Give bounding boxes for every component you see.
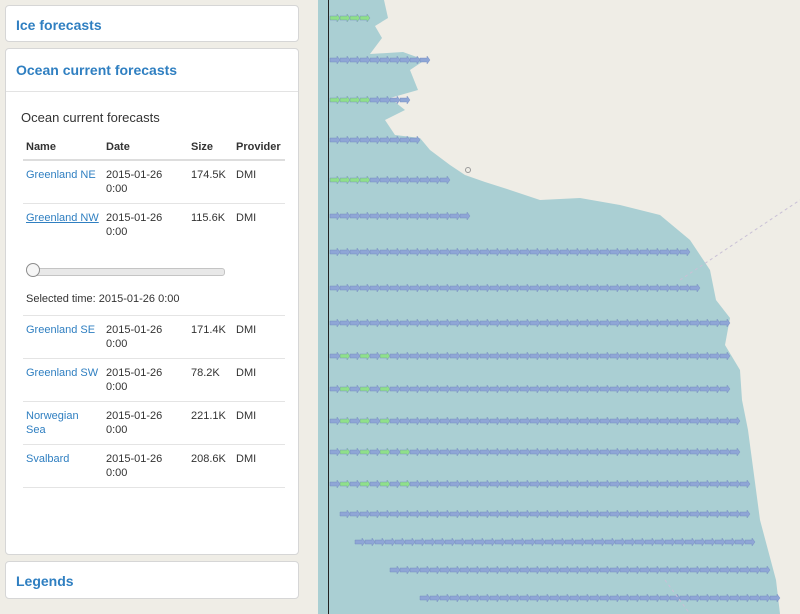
ice-forecasts-panel: Ice forecasts xyxy=(5,5,299,42)
table-row: Greenland NE 2015-01-26 0:00 174.5K DMI xyxy=(23,160,285,204)
col-date-header: Date xyxy=(103,137,188,161)
row-size: 208.6K xyxy=(188,444,233,488)
row-size: 221.1K xyxy=(188,401,233,445)
row-provider: DMI xyxy=(233,160,285,204)
row-date: 2015-01-26 0:00 xyxy=(103,401,188,445)
row-date: 2015-01-26 0:00 xyxy=(103,444,188,488)
row-provider: DMI xyxy=(233,315,285,359)
row-provider: DMI xyxy=(233,444,285,488)
map-divider xyxy=(328,0,329,614)
col-size-header: Size xyxy=(188,137,233,161)
selected-time-label: Selected time: 2015-01-26 0:00 xyxy=(26,293,180,305)
table-row: Norwegian Sea 2015-01-26 0:00 221.1K DMI xyxy=(23,401,285,445)
time-slider-handle[interactable] xyxy=(26,263,40,277)
ocean-current-panel: Ocean current forecasts Ocean current fo… xyxy=(5,48,299,555)
col-provider-header: Provider xyxy=(233,137,285,161)
legends-header[interactable]: Legends xyxy=(6,562,298,600)
forecast-table: Name Date Size Provider Greenland NE 201… xyxy=(23,137,285,488)
row-date: 2015-01-26 0:00 xyxy=(103,358,188,402)
row-date: 2015-01-26 0:00 xyxy=(103,315,188,359)
ocean-current-body: Ocean current forecasts Name Date Size P… xyxy=(6,91,298,554)
ice-forecasts-header[interactable]: Ice forecasts xyxy=(6,6,298,44)
forecast-table-title: Ocean current forecasts xyxy=(21,110,160,125)
row-size: 115.6K xyxy=(191,212,226,224)
table-row-selected: Greenland NW 2015-01-26 0:00 115.6K DMI xyxy=(23,204,285,247)
row-date: 2015-01-26 0:00 xyxy=(106,212,163,238)
col-name-header: Name xyxy=(23,137,103,161)
ocean-current-header[interactable]: Ocean current forecasts xyxy=(6,49,298,91)
row-provider: DMI xyxy=(236,212,257,224)
time-slider-row: Selected time: 2015-01-26 0:00 xyxy=(23,246,285,316)
row-name-link[interactable]: Greenland SW xyxy=(23,358,103,402)
table-row: Greenland SW 2015-01-26 0:00 78.2K DMI xyxy=(23,358,285,402)
row-size: 78.2K xyxy=(188,358,233,402)
row-date: 2015-01-26 0:00 xyxy=(103,160,188,204)
time-slider[interactable] xyxy=(26,263,225,277)
row-size: 174.5K xyxy=(188,160,233,204)
row-name-link[interactable]: Norwegian Sea xyxy=(23,401,103,445)
row-name-link[interactable]: Greenland SE xyxy=(23,315,103,359)
row-provider: DMI xyxy=(233,401,285,445)
row-name-link[interactable]: Svalbard xyxy=(23,444,103,488)
legends-panel: Legends xyxy=(5,561,299,599)
row-name-link[interactable]: Greenland NE xyxy=(23,160,103,204)
row-provider: DMI xyxy=(233,358,285,402)
table-row: Svalbard 2015-01-26 0:00 208.6K DMI xyxy=(23,444,285,488)
row-size: 171.4K xyxy=(188,315,233,359)
table-row: Greenland SE 2015-01-26 0:00 171.4K DMI xyxy=(23,315,285,359)
table-header-row: Name Date Size Provider xyxy=(23,137,285,161)
row-name-link[interactable]: Greenland NW xyxy=(23,204,103,247)
